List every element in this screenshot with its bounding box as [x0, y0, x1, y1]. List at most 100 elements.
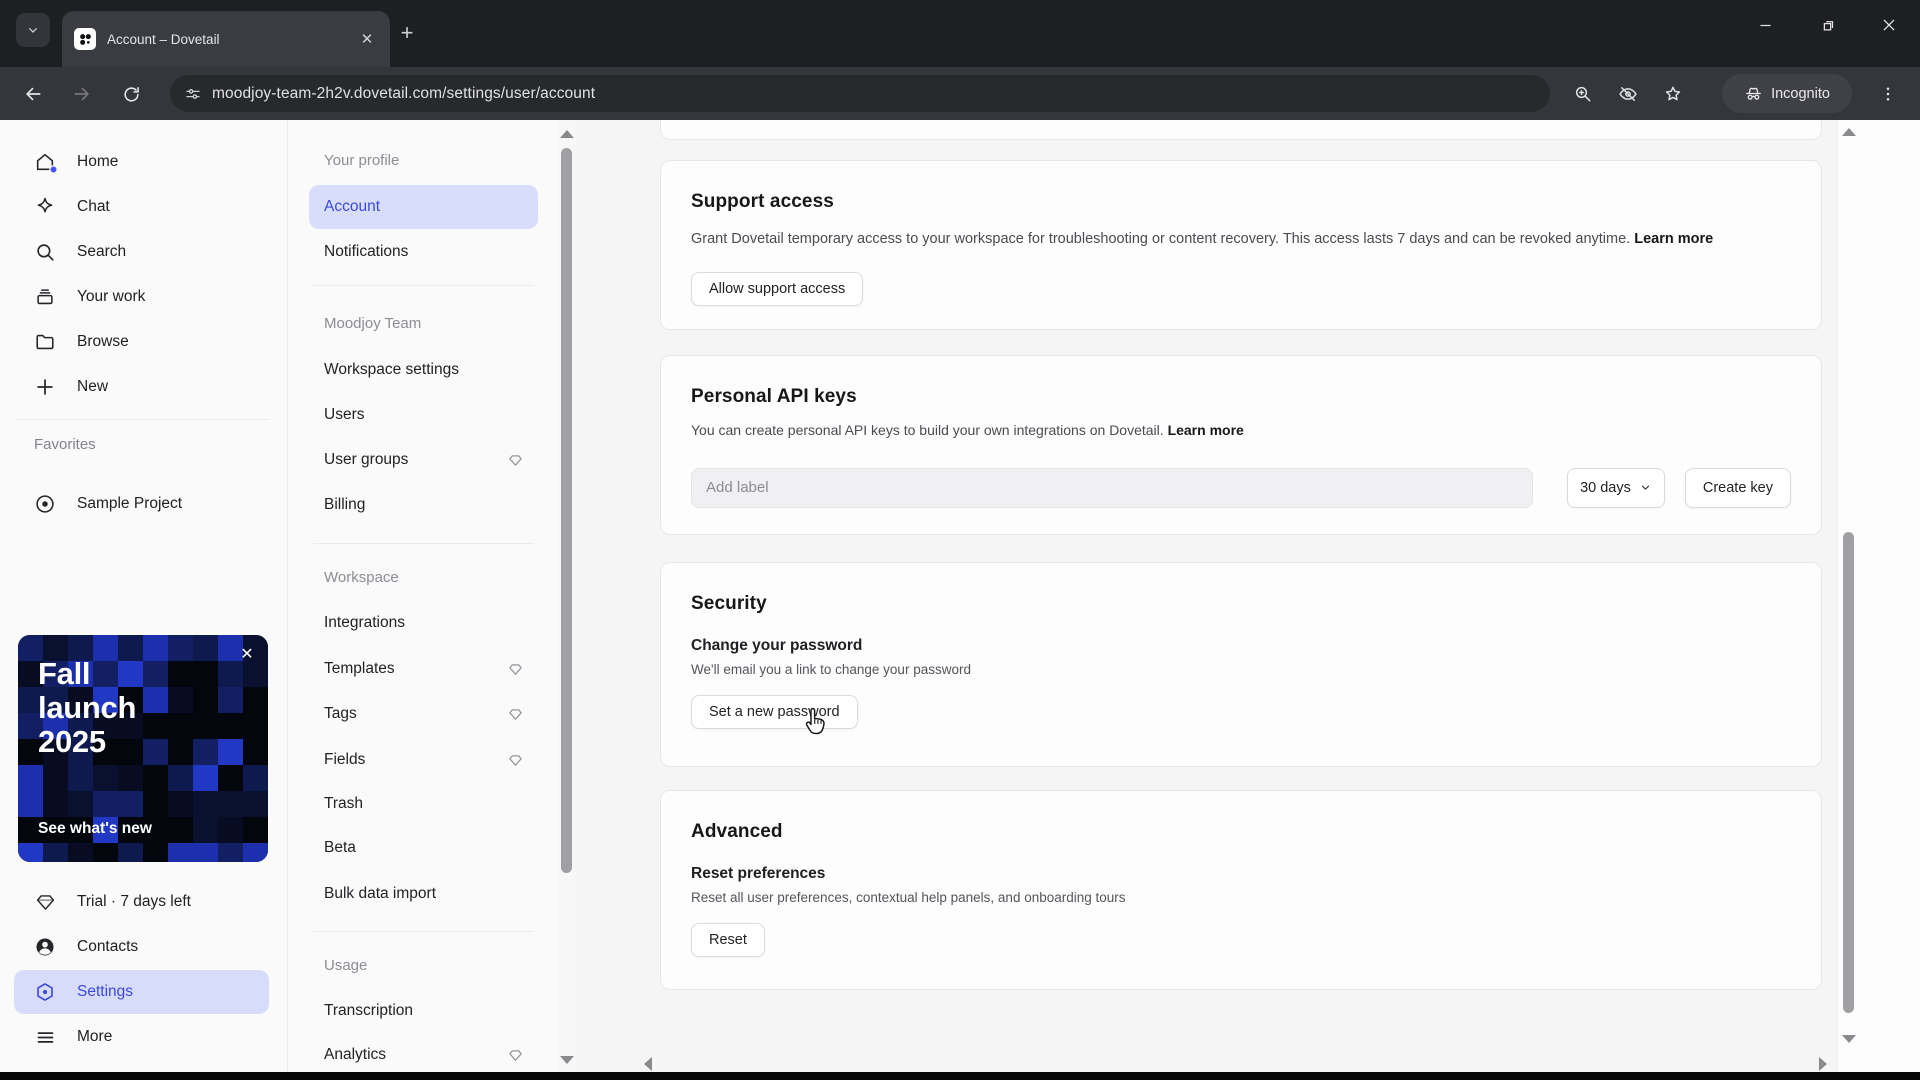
settings-nav-fields[interactable]: Fields — [309, 738, 538, 782]
plus-icon — [34, 376, 56, 398]
sidebar-item-new[interactable]: New — [14, 365, 269, 409]
eye-off-icon[interactable] — [1610, 76, 1646, 112]
advanced-card: Advanced Reset preferences Reset all use… — [660, 790, 1822, 990]
close-window-button[interactable] — [1858, 0, 1920, 50]
scroll-down-arrow[interactable] — [1842, 1035, 1856, 1043]
sidebar-item-search[interactable]: Search — [14, 230, 269, 274]
banner-mosaic-tile — [243, 739, 268, 766]
banner-mosaic-tile — [43, 765, 69, 792]
sidebar-item-contacts[interactable]: Contacts — [14, 925, 269, 969]
scroll-up-arrow[interactable] — [560, 130, 574, 138]
window-controls — [1734, 0, 1920, 50]
address-bar[interactable]: moodjoy-team-2h2v.dovetail.com/settings/… — [170, 75, 1550, 112]
sidebar-item-sample-project[interactable]: Sample Project — [14, 482, 269, 526]
browser-toolbar: moodjoy-team-2h2v.dovetail.com/settings/… — [0, 67, 1920, 120]
banner-mosaic-tile — [143, 791, 169, 818]
forward-button[interactable] — [64, 76, 100, 112]
dovetail-favicon — [74, 28, 96, 50]
fall-launch-banner[interactable]: ✕ Fall launch 2025 See what's new — [18, 635, 268, 862]
section-description: Grant Dovetail temporary access to your … — [691, 231, 1714, 247]
sidebar-item-home[interactable]: Home — [14, 140, 269, 184]
settings-nav-trash[interactable]: Trash — [309, 782, 538, 826]
learn-more-link[interactable]: Learn more — [1168, 422, 1244, 438]
site-settings-icon[interactable] — [184, 85, 202, 103]
banner-mosaic-tile — [168, 687, 194, 714]
settings-nav-tags[interactable]: Tags — [309, 692, 538, 736]
scroll-up-arrow[interactable] — [1842, 128, 1856, 136]
sidebar-item-trial[interactable]: Trial · 7 days left — [14, 880, 269, 924]
settings-nav-templates[interactable]: Templates — [309, 647, 538, 691]
settings-nav-integrations[interactable]: Integrations — [309, 601, 538, 645]
allow-support-access-button[interactable]: Allow support access — [691, 271, 864, 306]
settings-nav-notifications[interactable]: Notifications — [309, 230, 538, 274]
incognito-badge[interactable]: Incognito — [1722, 74, 1852, 113]
banner-mosaic-tile — [93, 843, 119, 862]
sidebar-item-label: Browse — [77, 333, 129, 350]
banner-mosaic-tile — [243, 843, 268, 862]
banner-mosaic-tile — [143, 635, 169, 662]
settings-nav-users[interactable]: Users — [309, 393, 538, 437]
section-title: Security — [691, 593, 767, 614]
tab-close-icon[interactable]: ✕ — [356, 28, 378, 50]
banner-cta[interactable]: See what's new — [38, 820, 152, 838]
settings-nav-scrollbar[interactable] — [558, 120, 576, 1072]
reload-button[interactable] — [113, 76, 149, 112]
menu-icon — [34, 1026, 56, 1048]
dovetail-app: Home Chat Search Your work Browse New Fa… — [0, 120, 1920, 1072]
browser-tab[interactable]: Account – Dovetail ✕ — [62, 11, 390, 67]
scrollbar-thumb[interactable] — [1843, 532, 1854, 1013]
minimize-button[interactable] — [1734, 0, 1796, 50]
banner-mosaic-tile — [43, 843, 69, 862]
settings-nav-transcription[interactable]: Transcription — [309, 989, 538, 1033]
set-new-password-button[interactable]: Set a new password — [691, 695, 858, 729]
settings-nav-beta[interactable]: Beta — [309, 826, 538, 870]
gem-icon — [508, 662, 523, 677]
banner-mosaic-tile — [18, 791, 44, 818]
banner-mosaic-tile — [218, 817, 244, 844]
scroll-down-arrow[interactable] — [560, 1056, 574, 1064]
settings-nav-bulk-data-import[interactable]: Bulk data import — [309, 872, 538, 916]
scrollbar-thumb[interactable] — [561, 148, 572, 873]
expiry-select[interactable]: 30 days — [1567, 467, 1665, 508]
settings-nav-account[interactable]: Account — [309, 185, 538, 229]
learn-more-link[interactable]: Learn more — [1634, 231, 1713, 247]
banner-mosaic-tile — [93, 765, 119, 792]
back-button[interactable] — [15, 76, 51, 112]
banner-mosaic-tile — [218, 687, 244, 714]
sidebar-item-settings[interactable]: Settings — [14, 970, 269, 1014]
reset-button[interactable]: Reset — [691, 923, 765, 957]
sidebar-item-label: Search — [77, 243, 127, 260]
settings-nav-analytics[interactable]: Analytics — [309, 1033, 538, 1077]
bookmark-star-icon[interactable] — [1655, 76, 1691, 112]
settings-section-header: Your profile — [324, 152, 400, 169]
sidebar-item-label: More — [77, 1028, 113, 1045]
restore-button[interactable] — [1796, 0, 1858, 50]
banner-close-icon[interactable]: ✕ — [234, 641, 260, 667]
tab-search-button[interactable] — [16, 13, 50, 47]
sidebar-item-label: Settings — [77, 983, 134, 1000]
chevron-down-icon — [1639, 481, 1652, 494]
banner-mosaic-tile — [168, 739, 194, 766]
taskbar-edge — [0, 1072, 1920, 1080]
banner-mosaic-tile — [193, 635, 219, 662]
sidebar-item-chat[interactable]: Chat — [14, 185, 269, 229]
new-tab-button[interactable]: + — [392, 18, 422, 48]
tab-strip: Account – Dovetail ✕ + — [0, 0, 1920, 67]
banner-mosaic-tile — [218, 765, 244, 792]
settings-nav-billing[interactable]: Billing — [309, 483, 538, 527]
scroll-left-arrow[interactable] — [644, 1057, 652, 1071]
zoom-icon[interactable] — [1565, 76, 1601, 112]
banner-mosaic-tile — [143, 765, 169, 792]
scroll-right-arrow[interactable] — [1819, 1057, 1827, 1071]
page-scrollbar[interactable] — [1838, 120, 1920, 1072]
sidebar-item-your-work[interactable]: Your work — [14, 275, 269, 319]
settings-nav-workspace-settings[interactable]: Workspace settings — [309, 348, 538, 392]
settings-nav-user-groups[interactable]: User groups — [309, 438, 538, 482]
kebab-menu-icon[interactable] — [1870, 76, 1906, 112]
sidebar-item-more[interactable]: More — [14, 1015, 269, 1059]
banner-mosaic-tile — [143, 687, 169, 714]
banner-mosaic-tile — [168, 661, 194, 688]
api-key-label-input[interactable] — [691, 467, 1534, 508]
sidebar-item-browse[interactable]: Browse — [14, 320, 269, 364]
create-key-button[interactable]: Create key — [1684, 467, 1791, 508]
